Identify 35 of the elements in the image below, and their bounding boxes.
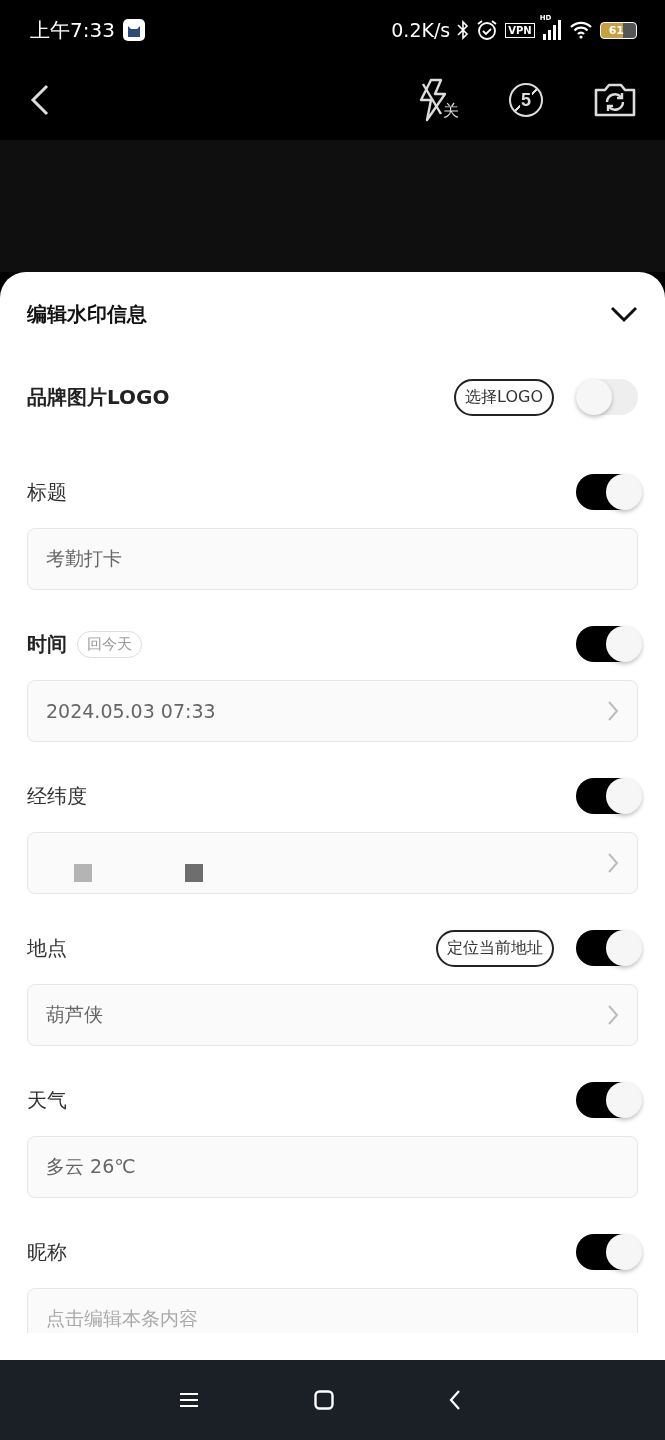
input-field[interactable]: 2024.05.03 07:33: [27, 680, 638, 742]
back-icon[interactable]: [30, 84, 50, 116]
back-to-today-button[interactable]: 回今天: [77, 630, 142, 658]
field-label: 标题: [27, 478, 67, 506]
field-label: 地点: [27, 934, 67, 962]
collapse-chevron-icon[interactable]: [610, 305, 638, 323]
chevron-right-icon: [607, 1004, 619, 1026]
menu-icon[interactable]: [179, 1392, 199, 1408]
network-speed: 0.2K/s: [391, 19, 451, 41]
status-time: 上午7:33: [30, 16, 115, 44]
signal-icon: [541, 20, 562, 40]
input-field[interactable]: 考勤打卡: [27, 528, 638, 590]
alarm-icon: [476, 19, 499, 41]
input-field[interactable]: 葫芦侠: [27, 984, 638, 1046]
toggle-switch[interactable]: [576, 379, 638, 415]
field-label: 天气: [27, 1086, 67, 1114]
timer-button[interactable]: 5: [509, 83, 543, 117]
cat-app-icon: [122, 19, 145, 41]
chevron-right-icon: [607, 700, 619, 722]
switch-camera-icon[interactable]: [593, 82, 637, 118]
field-label: 时间: [27, 630, 67, 658]
logo-label: 品牌图片LOGO: [27, 383, 170, 411]
input-field[interactable]: [27, 832, 638, 894]
locate-button[interactable]: 定位当前地址: [436, 929, 554, 967]
bluetooth-icon: [457, 20, 470, 40]
sheet-title: 编辑水印信息: [27, 300, 147, 328]
vpn-badge: VPN: [505, 22, 535, 38]
field-label: 经纬度: [27, 782, 87, 810]
home-icon[interactable]: [314, 1390, 334, 1410]
input-field[interactable]: 多云 26℃: [27, 1136, 638, 1198]
chevron-right-icon: [607, 852, 619, 874]
wifi-icon: [568, 21, 593, 39]
battery-indicator: 61: [599, 21, 637, 39]
select-logo-button[interactable]: 选择LOGO: [454, 378, 554, 416]
field-label: 昵称: [27, 1238, 67, 1266]
